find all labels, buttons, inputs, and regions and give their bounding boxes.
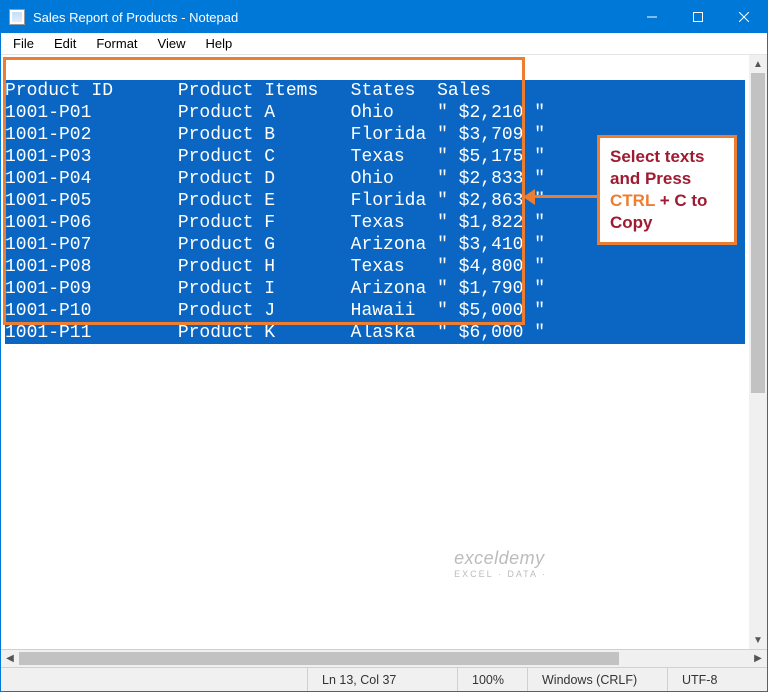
text-row[interactable]: 1001-P11 Product K Alaska " $6,000 " <box>5 322 745 344</box>
menu-file[interactable]: File <box>3 34 44 53</box>
status-encoding: UTF-8 <box>667 668 767 691</box>
text-header-row[interactable]: Product ID Product Items States Sales <box>5 80 745 102</box>
menu-edit[interactable]: Edit <box>44 34 86 53</box>
scroll-right-icon[interactable]: ▶ <box>749 650 767 667</box>
menu-format[interactable]: Format <box>86 34 147 53</box>
client-area: Product ID Product Items States Sales100… <box>1 55 767 649</box>
horizontal-scrollbar[interactable]: ◀ ▶ <box>1 649 767 667</box>
scroll-thumb[interactable] <box>751 73 765 393</box>
callout-text: and Press <box>610 169 691 188</box>
status-spacer <box>1 668 307 691</box>
text-row[interactable]: 1001-P09 Product I Arizona " $1,790 " <box>5 278 745 300</box>
text-row[interactable]: 1001-P10 Product J Hawaii " $5,000 " <box>5 300 745 322</box>
callout-box: Select texts and Press CTRL + C to Copy <box>597 135 737 245</box>
scroll-left-icon[interactable]: ◀ <box>1 650 19 667</box>
watermark-text: exceldemy <box>454 548 545 568</box>
status-eol: Windows (CRLF) <box>527 668 667 691</box>
status-position: Ln 13, Col 37 <box>307 668 457 691</box>
watermark: exceldemy EXCEL · DATA · <box>454 548 547 579</box>
notepad-window: Sales Report of Products - Notepad File … <box>0 0 768 692</box>
notepad-icon <box>9 9 25 25</box>
maximize-button[interactable] <box>675 1 721 33</box>
close-button[interactable] <box>721 1 767 33</box>
text-row[interactable]: 1001-P01 Product A Ohio " $2,210 " <box>5 102 745 124</box>
hscroll-track[interactable] <box>19 650 749 667</box>
window-title: Sales Report of Products - Notepad <box>33 10 629 25</box>
title-bar[interactable]: Sales Report of Products - Notepad <box>1 1 767 33</box>
vertical-scrollbar[interactable]: ▲ ▼ <box>749 55 767 649</box>
callout-text: + C to <box>655 191 707 210</box>
scroll-track[interactable] <box>749 73 767 631</box>
scroll-up-icon[interactable]: ▲ <box>749 55 767 73</box>
text-row[interactable]: 1001-P08 Product H Texas " $4,800 " <box>5 256 745 278</box>
menu-view[interactable]: View <box>148 34 196 53</box>
callout-text: Select texts <box>610 147 705 166</box>
callout-text: Copy <box>610 213 653 232</box>
watermark-sub: EXCEL · DATA · <box>454 569 547 579</box>
hscroll-thumb[interactable] <box>19 652 619 665</box>
menu-help[interactable]: Help <box>195 34 242 53</box>
menu-bar: File Edit Format View Help <box>1 33 767 55</box>
scroll-down-icon[interactable]: ▼ <box>749 631 767 649</box>
callout-arrow-line <box>529 195 597 198</box>
minimize-button[interactable] <box>629 1 675 33</box>
callout-ctrl: CTRL <box>610 191 655 210</box>
status-zoom[interactable]: 100% <box>457 668 527 691</box>
callout-arrow-head-icon <box>523 189 535 205</box>
status-bar: Ln 13, Col 37 100% Windows (CRLF) UTF-8 <box>1 667 767 691</box>
